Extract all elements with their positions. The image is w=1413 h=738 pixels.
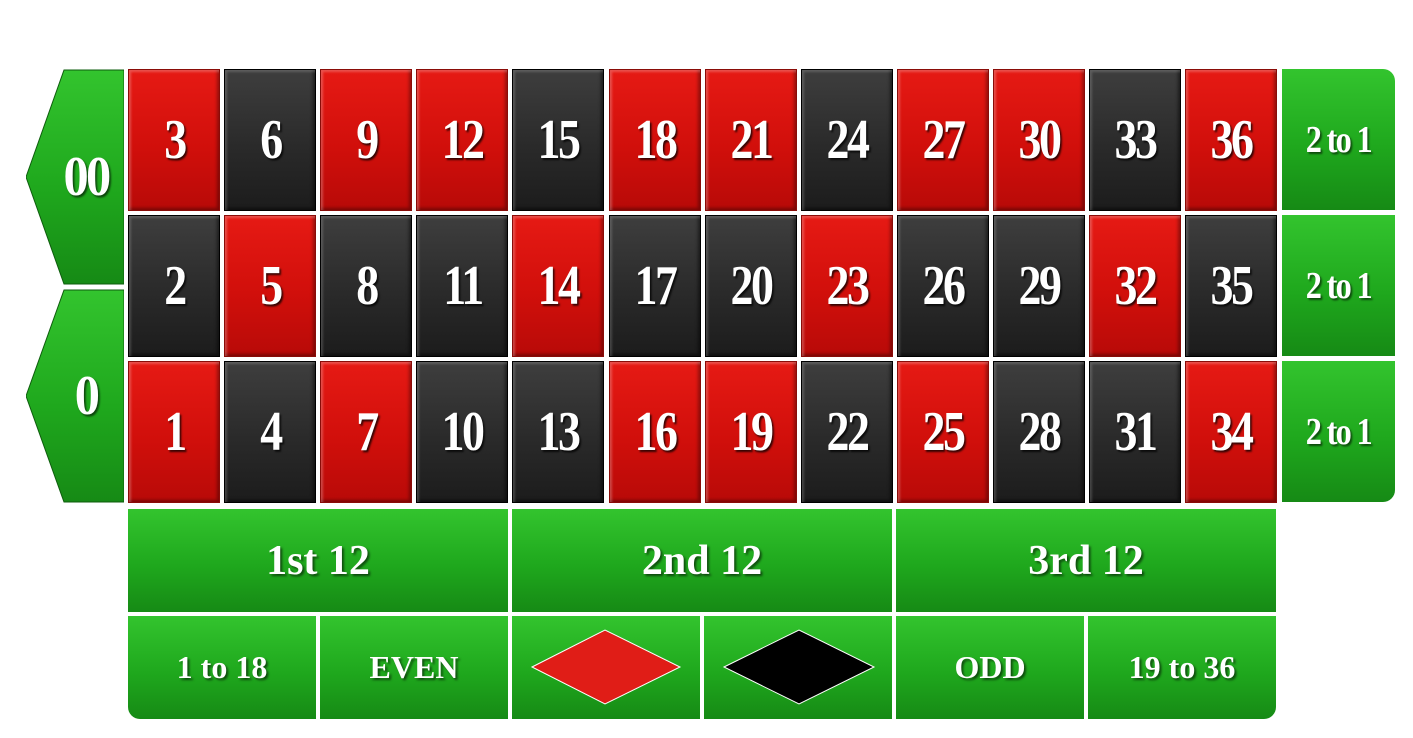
zero-00-label: 00 <box>63 146 112 208</box>
number-cell[interactable]: 20 <box>705 215 797 357</box>
zero-label: 0 <box>74 365 100 427</box>
number-label: 19 <box>730 401 774 463</box>
number-cell[interactable]: 5 <box>224 215 316 357</box>
column-bet-middle[interactable]: 2 to 1 <box>1282 215 1395 356</box>
number-label: 31 <box>1114 401 1158 463</box>
number-label: 36 <box>1210 109 1254 171</box>
number-label: 25 <box>922 401 966 463</box>
column-bet-top[interactable]: 2 to 1 <box>1282 69 1395 210</box>
number-label: 28 <box>1018 401 1062 463</box>
number-cell[interactable]: 2 <box>128 215 220 357</box>
number-cell[interactable]: 32 <box>1089 215 1181 357</box>
number-label: 35 <box>1210 255 1254 317</box>
number-cell[interactable]: 16 <box>609 361 701 503</box>
number-cell[interactable]: 26 <box>897 215 989 357</box>
number-cell[interactable]: 15 <box>512 69 604 211</box>
number-label: 14 <box>537 255 581 317</box>
red-bet[interactable] <box>512 616 700 719</box>
number-cell[interactable]: 25 <box>897 361 989 503</box>
number-label: 3 <box>163 109 187 171</box>
number-label: 21 <box>730 109 774 171</box>
number-label: 15 <box>537 109 581 171</box>
number-cell[interactable]: 28 <box>993 361 1085 503</box>
number-cell[interactable]: 9 <box>320 69 412 211</box>
column-bet-bottom-label: 2 to 1 <box>1305 410 1373 453</box>
number-label: 18 <box>634 109 678 171</box>
number-label: 24 <box>826 109 870 171</box>
number-cell[interactable]: 10 <box>416 361 508 503</box>
number-label: 16 <box>634 401 678 463</box>
number-cell[interactable]: 36 <box>1185 69 1277 211</box>
zero-pocket[interactable]: 0 <box>26 289 124 503</box>
number-label: 1 <box>163 401 187 463</box>
number-cell[interactable]: 4 <box>224 361 316 503</box>
number-cell[interactable]: 34 <box>1185 361 1277 503</box>
high-19-to-36-bet[interactable]: 19 to 36 <box>1088 616 1276 719</box>
column-bet-bottom[interactable]: 2 to 1 <box>1282 361 1395 502</box>
low-1-to-18-bet[interactable]: 1 to 18 <box>128 616 316 719</box>
number-label: 13 <box>537 401 581 463</box>
number-label: 2 <box>163 255 187 317</box>
number-cell[interactable]: 29 <box>993 215 1085 357</box>
number-cell[interactable]: 13 <box>512 361 604 503</box>
number-cell[interactable]: 33 <box>1089 69 1181 211</box>
number-label: 34 <box>1210 401 1254 463</box>
number-cell[interactable]: 21 <box>705 69 797 211</box>
number-cell[interactable]: 19 <box>705 361 797 503</box>
number-label: 33 <box>1114 109 1158 171</box>
column-bet-top-label: 2 to 1 <box>1305 118 1373 161</box>
number-cell[interactable]: 27 <box>897 69 989 211</box>
number-label: 22 <box>826 401 870 463</box>
number-cell[interactable]: 17 <box>609 215 701 357</box>
number-label: 30 <box>1018 109 1062 171</box>
number-cell[interactable]: 22 <box>801 361 893 503</box>
zero-00-pocket[interactable]: 00 <box>26 69 124 285</box>
number-cell[interactable]: 1 <box>128 361 220 503</box>
number-label: 32 <box>1114 255 1158 317</box>
number-cell[interactable]: 35 <box>1185 215 1277 357</box>
number-cell[interactable]: 31 <box>1089 361 1181 503</box>
number-label: 20 <box>730 255 774 317</box>
number-label: 17 <box>634 255 678 317</box>
number-label: 6 <box>259 109 283 171</box>
even-bet[interactable]: EVEN <box>320 616 508 719</box>
number-label: 11 <box>442 255 484 317</box>
number-cell[interactable]: 6 <box>224 69 316 211</box>
number-cell[interactable]: 8 <box>320 215 412 357</box>
number-label: 10 <box>441 401 485 463</box>
number-label: 23 <box>826 255 870 317</box>
red-diamond-icon <box>530 629 682 705</box>
number-cell[interactable]: 12 <box>416 69 508 211</box>
number-cell[interactable]: 14 <box>512 215 604 357</box>
number-cell[interactable]: 7 <box>320 361 412 503</box>
number-label: 7 <box>355 401 379 463</box>
dozen-1-bet[interactable]: 1st 12 <box>128 509 508 612</box>
dozen-2-bet[interactable]: 2nd 12 <box>512 509 892 612</box>
number-cell[interactable]: 11 <box>416 215 508 357</box>
number-cell[interactable]: 3 <box>128 69 220 211</box>
black-diamond-icon <box>722 629 876 705</box>
number-label: 4 <box>259 401 283 463</box>
number-label: 12 <box>441 109 485 171</box>
number-cell[interactable]: 23 <box>801 215 893 357</box>
number-cell[interactable]: 24 <box>801 69 893 211</box>
number-label: 9 <box>355 109 379 171</box>
column-bet-middle-label: 2 to 1 <box>1305 264 1373 307</box>
number-cell[interactable]: 18 <box>609 69 701 211</box>
number-label: 8 <box>355 255 379 317</box>
number-label: 26 <box>922 255 966 317</box>
number-label: 5 <box>259 255 283 317</box>
black-bet[interactable] <box>704 616 892 719</box>
number-label: 27 <box>922 109 966 171</box>
number-cell[interactable]: 30 <box>993 69 1085 211</box>
number-label: 29 <box>1018 255 1062 317</box>
dozen-3-bet[interactable]: 3rd 12 <box>896 509 1276 612</box>
odd-bet[interactable]: ODD <box>896 616 1084 719</box>
